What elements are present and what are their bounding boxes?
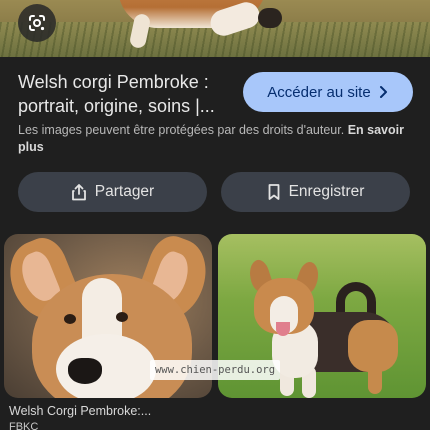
share-button[interactable]: Partager bbox=[18, 172, 207, 212]
share-label: Partager bbox=[94, 183, 155, 200]
result-title[interactable]: Welsh corgi Pembroke : portrait, origine… bbox=[18, 70, 233, 118]
dog-eye bbox=[64, 314, 76, 324]
share-icon bbox=[71, 184, 86, 201]
preview-image[interactable] bbox=[0, 0, 430, 57]
chevron-right-icon bbox=[379, 85, 389, 99]
dog-eye bbox=[116, 312, 128, 322]
dog-leg bbox=[368, 362, 382, 394]
google-lens-icon bbox=[29, 15, 45, 31]
bookmark-icon bbox=[268, 184, 279, 200]
image-watermark: www.chien-perdu.org bbox=[150, 360, 280, 380]
copyright-notice: Les images peuvent être protégées par de… bbox=[18, 122, 418, 156]
save-button[interactable]: Enregistrer bbox=[221, 172, 410, 212]
dog-paw bbox=[258, 8, 282, 28]
visit-site-label: Accéder au site bbox=[267, 83, 371, 101]
related-caption[interactable]: Welsh Corgi Pembroke:... bbox=[9, 404, 209, 418]
dog-tongue bbox=[276, 322, 290, 336]
image-detail-screen: Welsh corgi Pembroke : portrait, origine… bbox=[0, 0, 430, 430]
visit-site-button[interactable]: Accéder au site bbox=[243, 72, 413, 112]
save-label: Enregistrer bbox=[288, 183, 365, 200]
copyright-text: Les images peuvent être protégées par de… bbox=[18, 123, 345, 137]
dog-nose bbox=[68, 358, 102, 384]
google-lens-button[interactable] bbox=[18, 4, 56, 42]
related-source: FBKC bbox=[9, 421, 39, 430]
